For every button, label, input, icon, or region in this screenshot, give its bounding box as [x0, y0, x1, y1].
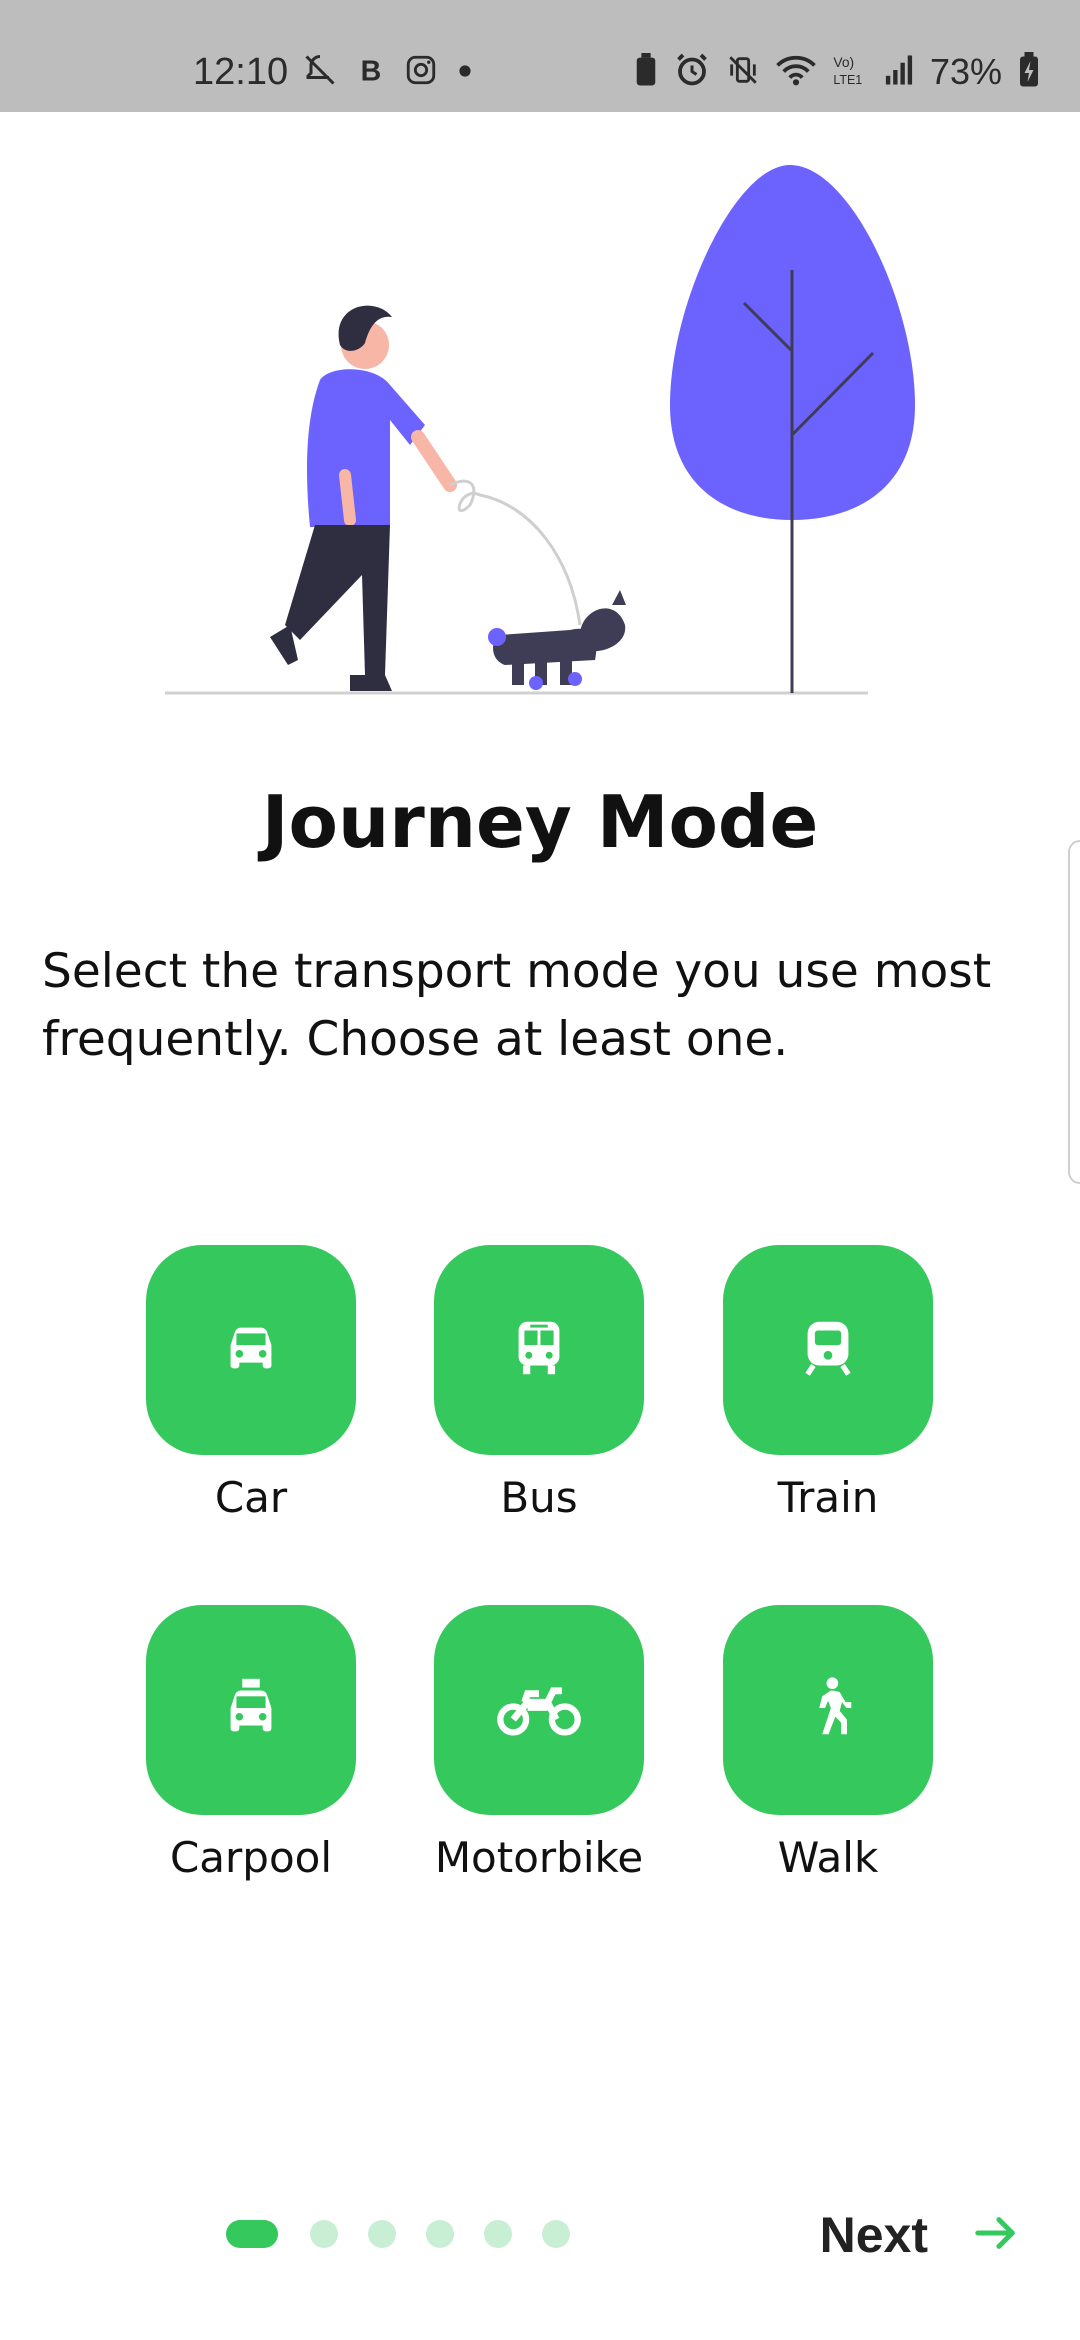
svg-text:LTE1: LTE1 — [833, 73, 862, 87]
status-time: 12:10 — [193, 51, 289, 93]
svg-text:B: B — [361, 55, 382, 86]
page-subtitle: Select the transport mode you use most f… — [42, 944, 992, 1067]
page-dot — [484, 2220, 512, 2248]
page-dot — [542, 2220, 570, 2248]
notifications-off-icon — [302, 52, 338, 92]
wifi-icon — [776, 53, 816, 91]
mode-motorbike[interactable]: Motorbike — [394, 1605, 684, 1882]
mode-tile[interactable] — [723, 1605, 933, 1815]
status-left-icons: B — [302, 52, 472, 92]
arrow-right-icon — [974, 2213, 1020, 2257]
volte-icon: Vo) LTE1 — [832, 53, 868, 91]
battery-saver-icon — [634, 53, 658, 91]
battery-charging-icon — [1018, 52, 1040, 92]
walk-icon — [793, 1673, 863, 1747]
alarm-icon — [674, 52, 710, 92]
mode-label-car: Car — [214, 1473, 288, 1522]
person-walking-dog-illustration — [150, 155, 930, 715]
b-app-icon: B — [358, 54, 384, 90]
mode-label-walk: Walk — [777, 1833, 879, 1882]
train-icon — [793, 1313, 863, 1387]
mode-train[interactable]: Train — [683, 1245, 973, 1522]
mode-tile[interactable] — [146, 1245, 356, 1455]
page-title: Journey Mode — [261, 780, 819, 864]
mode-tile[interactable] — [434, 1605, 644, 1815]
mode-tile[interactable] — [146, 1605, 356, 1815]
edge-panel-handle[interactable] — [1068, 840, 1080, 1184]
taxi-icon — [216, 1673, 286, 1747]
status-right-icons: Vo) LTE1 73% — [634, 51, 1040, 92]
page-dot-active — [226, 2220, 278, 2248]
mode-walk[interactable]: Walk — [683, 1605, 973, 1882]
mode-car[interactable]: Car — [106, 1245, 396, 1522]
mode-label-motorbike: Motorbike — [434, 1833, 644, 1882]
bus-icon — [504, 1313, 574, 1387]
signal-icon — [884, 54, 914, 90]
svg-text:Vo): Vo) — [833, 54, 854, 70]
mode-bus[interactable]: Bus — [394, 1245, 684, 1522]
mode-label-train: Train — [777, 1473, 879, 1522]
next-button[interactable]: Next — [820, 2200, 1020, 2270]
mode-tile[interactable] — [723, 1245, 933, 1455]
mode-carpool[interactable]: Carpool — [106, 1605, 396, 1882]
mode-label-bus: Bus — [500, 1473, 578, 1522]
page-dot — [368, 2220, 396, 2248]
vibrate-icon — [726, 53, 760, 91]
page-dot — [426, 2220, 454, 2248]
dot-icon — [458, 63, 472, 82]
battery-percent: 73% — [929, 51, 1002, 92]
car-icon — [216, 1313, 286, 1387]
page-dot — [310, 2220, 338, 2248]
status-bar: 12:10 B Vo) LTE1 73% — [0, 0, 1080, 112]
instagram-icon — [404, 53, 438, 91]
motorbike-icon — [496, 1673, 582, 1747]
mode-tile[interactable] — [434, 1245, 644, 1455]
mode-label-carpool: Carpool — [169, 1833, 333, 1882]
next-label: Next — [819, 2207, 928, 2263]
